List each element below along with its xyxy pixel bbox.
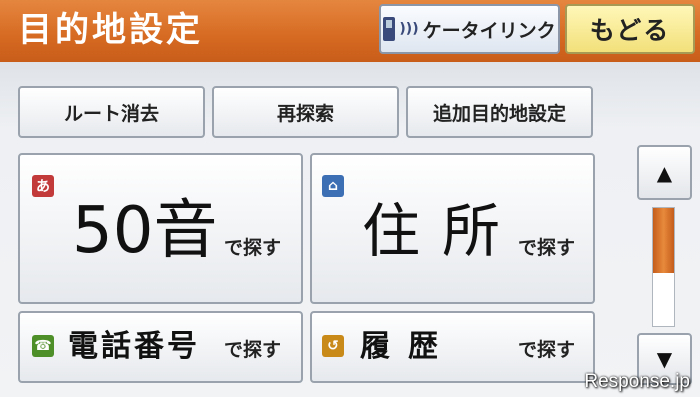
phone-icon: ☎ xyxy=(32,335,54,357)
mobile-phone-icon xyxy=(383,17,396,41)
add-destination-button[interactable]: 追加目的地設定 xyxy=(406,86,593,138)
scroll-track[interactable] xyxy=(652,207,675,327)
keitai-link-label: ケータイリンク xyxy=(422,19,556,42)
kana-search-label: 50音 xyxy=(72,194,218,268)
signal-waves-icon: ))) xyxy=(399,21,419,37)
scroll-up-button[interactable]: ▲ xyxy=(637,145,692,200)
history-search-suffix: で探す xyxy=(518,339,576,361)
phone-search-suffix: で探す xyxy=(224,339,282,361)
history-search-label-2: 歴 xyxy=(408,329,438,364)
address-search-suffix: で探す xyxy=(518,237,576,259)
history-search-label-1: 履 xyxy=(360,329,390,364)
address-search-label-2: 所 xyxy=(442,197,501,265)
research-button[interactable]: 再探索 xyxy=(212,86,399,138)
history-search-button[interactable]: ↺ 履 歴 で探す xyxy=(310,311,595,383)
history-icon: ↺ xyxy=(322,335,344,357)
kana-search-button[interactable]: あ 50音 で探す xyxy=(18,153,303,304)
header-bar: 目的地設定 ))) ケータイリンク もどる xyxy=(0,0,700,62)
hiragana-icon: あ xyxy=(32,175,54,197)
phone-search-label: 電話番号 xyxy=(68,329,200,364)
address-search-button[interactable]: ⌂ 住 所 で探す xyxy=(310,153,595,304)
scroll-thumb[interactable] xyxy=(653,208,674,273)
keitai-link-button[interactable]: ))) ケータイリンク xyxy=(379,4,560,54)
kana-search-suffix: で探す xyxy=(224,237,282,259)
page-title: 目的地設定 xyxy=(18,10,203,50)
address-search-label-1: 住 xyxy=(362,197,421,265)
watermark: Response.jp xyxy=(584,371,690,392)
map-icon: ⌂ xyxy=(322,175,344,197)
back-button[interactable]: もどる xyxy=(565,4,695,54)
phone-search-button[interactable]: ☎ 電話番号 で探す xyxy=(18,311,303,383)
route-delete-button[interactable]: ルート消去 xyxy=(18,86,205,138)
